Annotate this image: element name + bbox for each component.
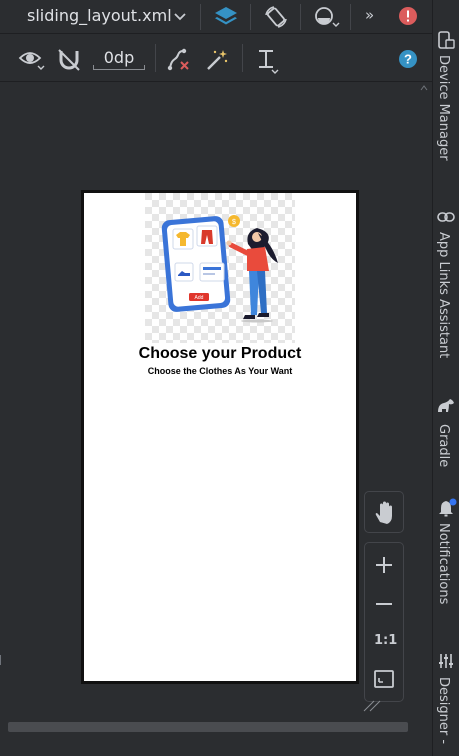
clear-constraints-icon[interactable] (166, 47, 192, 73)
svg-text:$: $ (232, 219, 236, 226)
separator (200, 4, 201, 30)
align-icon[interactable] (256, 47, 282, 75)
theme-icon[interactable] (312, 5, 340, 29)
gradle-icon[interactable] (436, 398, 456, 414)
designer-sliders-icon[interactable] (437, 652, 455, 670)
product-illustration: Add $ (145, 193, 295, 343)
magic-wand-icon[interactable] (204, 47, 230, 73)
default-margin-field[interactable]: 0dp (93, 48, 145, 70)
more-icon[interactable]: » (365, 6, 374, 24)
horizontal-scrollbar[interactable] (8, 722, 408, 732)
illustration-add-label: Add (195, 295, 204, 301)
editor-tab-bar: sliding_layout.xml » (0, 0, 432, 34)
field-tick (93, 65, 94, 70)
separator (300, 4, 301, 30)
file-tab[interactable]: sliding_layout.xml (27, 6, 172, 25)
layout-editor: sliding_layout.xml » 0dp ? Add $ Choose … (0, 0, 459, 756)
app-links-assistant-tab[interactable]: App Links Assistant (436, 232, 451, 358)
edge-mark (0, 655, 1, 665)
pan-button[interactable] (364, 491, 404, 533)
device-manager-tab[interactable]: Device Manager (436, 55, 451, 161)
zoom-actual-size[interactable]: 1:1 (374, 633, 397, 648)
resize-grip-icon[interactable] (360, 698, 384, 712)
chevron-down-icon[interactable] (172, 8, 188, 24)
zoom-in-icon[interactable] (375, 556, 393, 574)
zoom-out-icon[interactable] (375, 595, 393, 613)
help-icon[interactable]: ? (398, 49, 418, 69)
svg-text:?: ? (404, 52, 412, 67)
separator (242, 44, 243, 72)
layers-icon[interactable] (212, 3, 240, 31)
page-subtitle: Choose the Clothes As Your Want (147, 366, 293, 376)
zoom-to-fit-icon[interactable] (374, 670, 394, 688)
eye-icon[interactable] (18, 47, 46, 71)
field-tick (144, 65, 145, 70)
separator (250, 4, 251, 30)
vertical-scrollbar[interactable] (416, 82, 430, 722)
gradle-tab[interactable]: Gradle (436, 424, 451, 467)
device-manager-icon[interactable] (437, 30, 455, 50)
notifications-tab[interactable]: Notifications (436, 523, 451, 604)
bottom-strip (0, 732, 432, 756)
rotate-device-icon[interactable] (262, 3, 290, 31)
separator (155, 44, 156, 72)
page-title: Choose your Product (138, 345, 302, 362)
hand-icon (375, 501, 392, 524)
designer-tab[interactable]: Designer - (436, 677, 451, 744)
separator (350, 4, 351, 30)
magnet-off-icon[interactable] (56, 47, 82, 73)
zoom-panel (364, 542, 404, 702)
error-icon[interactable] (398, 6, 418, 26)
link-icon[interactable] (437, 208, 455, 226)
notifications-bell-icon[interactable] (437, 498, 457, 518)
